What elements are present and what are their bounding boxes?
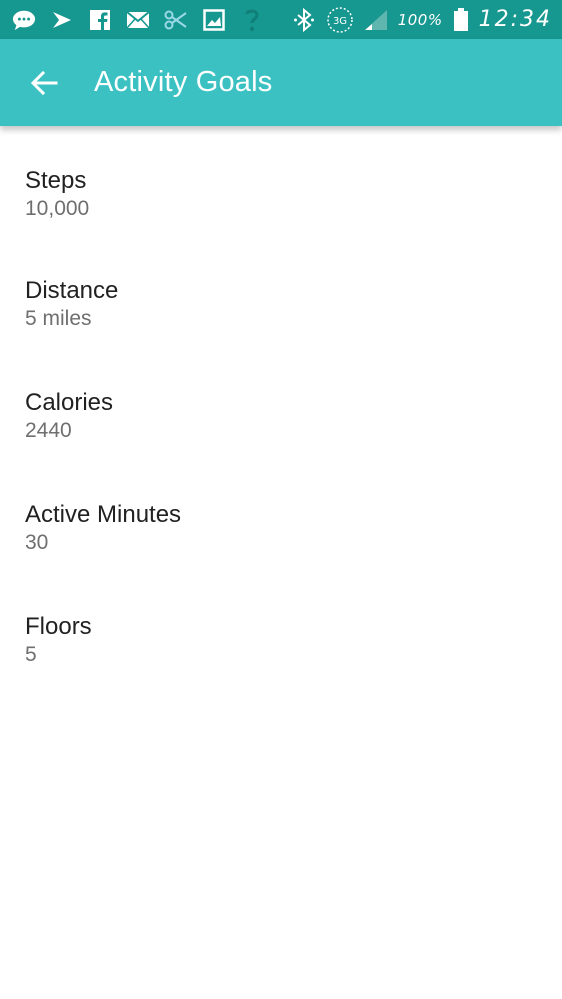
- goal-label: Floors: [25, 613, 92, 640]
- status-bar-right: 3G 100% 12:34: [292, 6, 552, 34]
- mail-icon: [126, 8, 150, 32]
- goal-label: Calories: [25, 389, 114, 416]
- sprint-icon: [50, 8, 74, 32]
- bluetooth-icon: [292, 7, 316, 32]
- 3g-icon: 3G: [326, 6, 354, 34]
- scissors-icon: [164, 8, 188, 32]
- status-bar-left: [12, 8, 264, 32]
- signal-icon: [364, 8, 388, 32]
- gallery-icon: [202, 8, 226, 32]
- page-title: Activity Goals: [94, 66, 273, 98]
- goal-value: 10,000: [25, 197, 90, 220]
- goal-item-calories[interactable]: Calories 2440: [0, 348, 562, 460]
- goal-item-steps[interactable]: Steps 10,000: [0, 126, 562, 236]
- back-button[interactable]: [24, 63, 64, 103]
- goal-item-active-minutes[interactable]: Active Minutes 30: [0, 460, 562, 572]
- goal-value: 2440: [25, 419, 72, 442]
- question-icon: [240, 8, 264, 32]
- back-arrow-icon: [30, 70, 58, 95]
- goal-label: Active Minutes: [25, 501, 182, 528]
- message-icon: [12, 8, 36, 32]
- goal-label: Distance: [25, 277, 119, 304]
- goal-item-distance[interactable]: Distance 5 miles: [0, 236, 562, 348]
- network-label: 3G: [333, 16, 347, 27]
- goal-value: 30: [25, 531, 49, 554]
- app-bar: Activity Goals: [0, 39, 562, 126]
- goal-value: 5: [25, 643, 37, 666]
- goal-item-floors[interactable]: Floors 5: [0, 572, 562, 684]
- goal-label: Steps: [25, 167, 87, 194]
- facebook-icon: [88, 8, 112, 32]
- goal-value: 5 miles: [25, 307, 92, 330]
- goal-list: Steps 10,000 Distance 5 miles Calories 2…: [0, 126, 562, 684]
- status-time: 12:34: [478, 7, 552, 32]
- battery-icon: [453, 7, 469, 32]
- status-bar: 3G 100% 12:34: [0, 0, 562, 39]
- battery-percentage: 100%: [397, 10, 443, 29]
